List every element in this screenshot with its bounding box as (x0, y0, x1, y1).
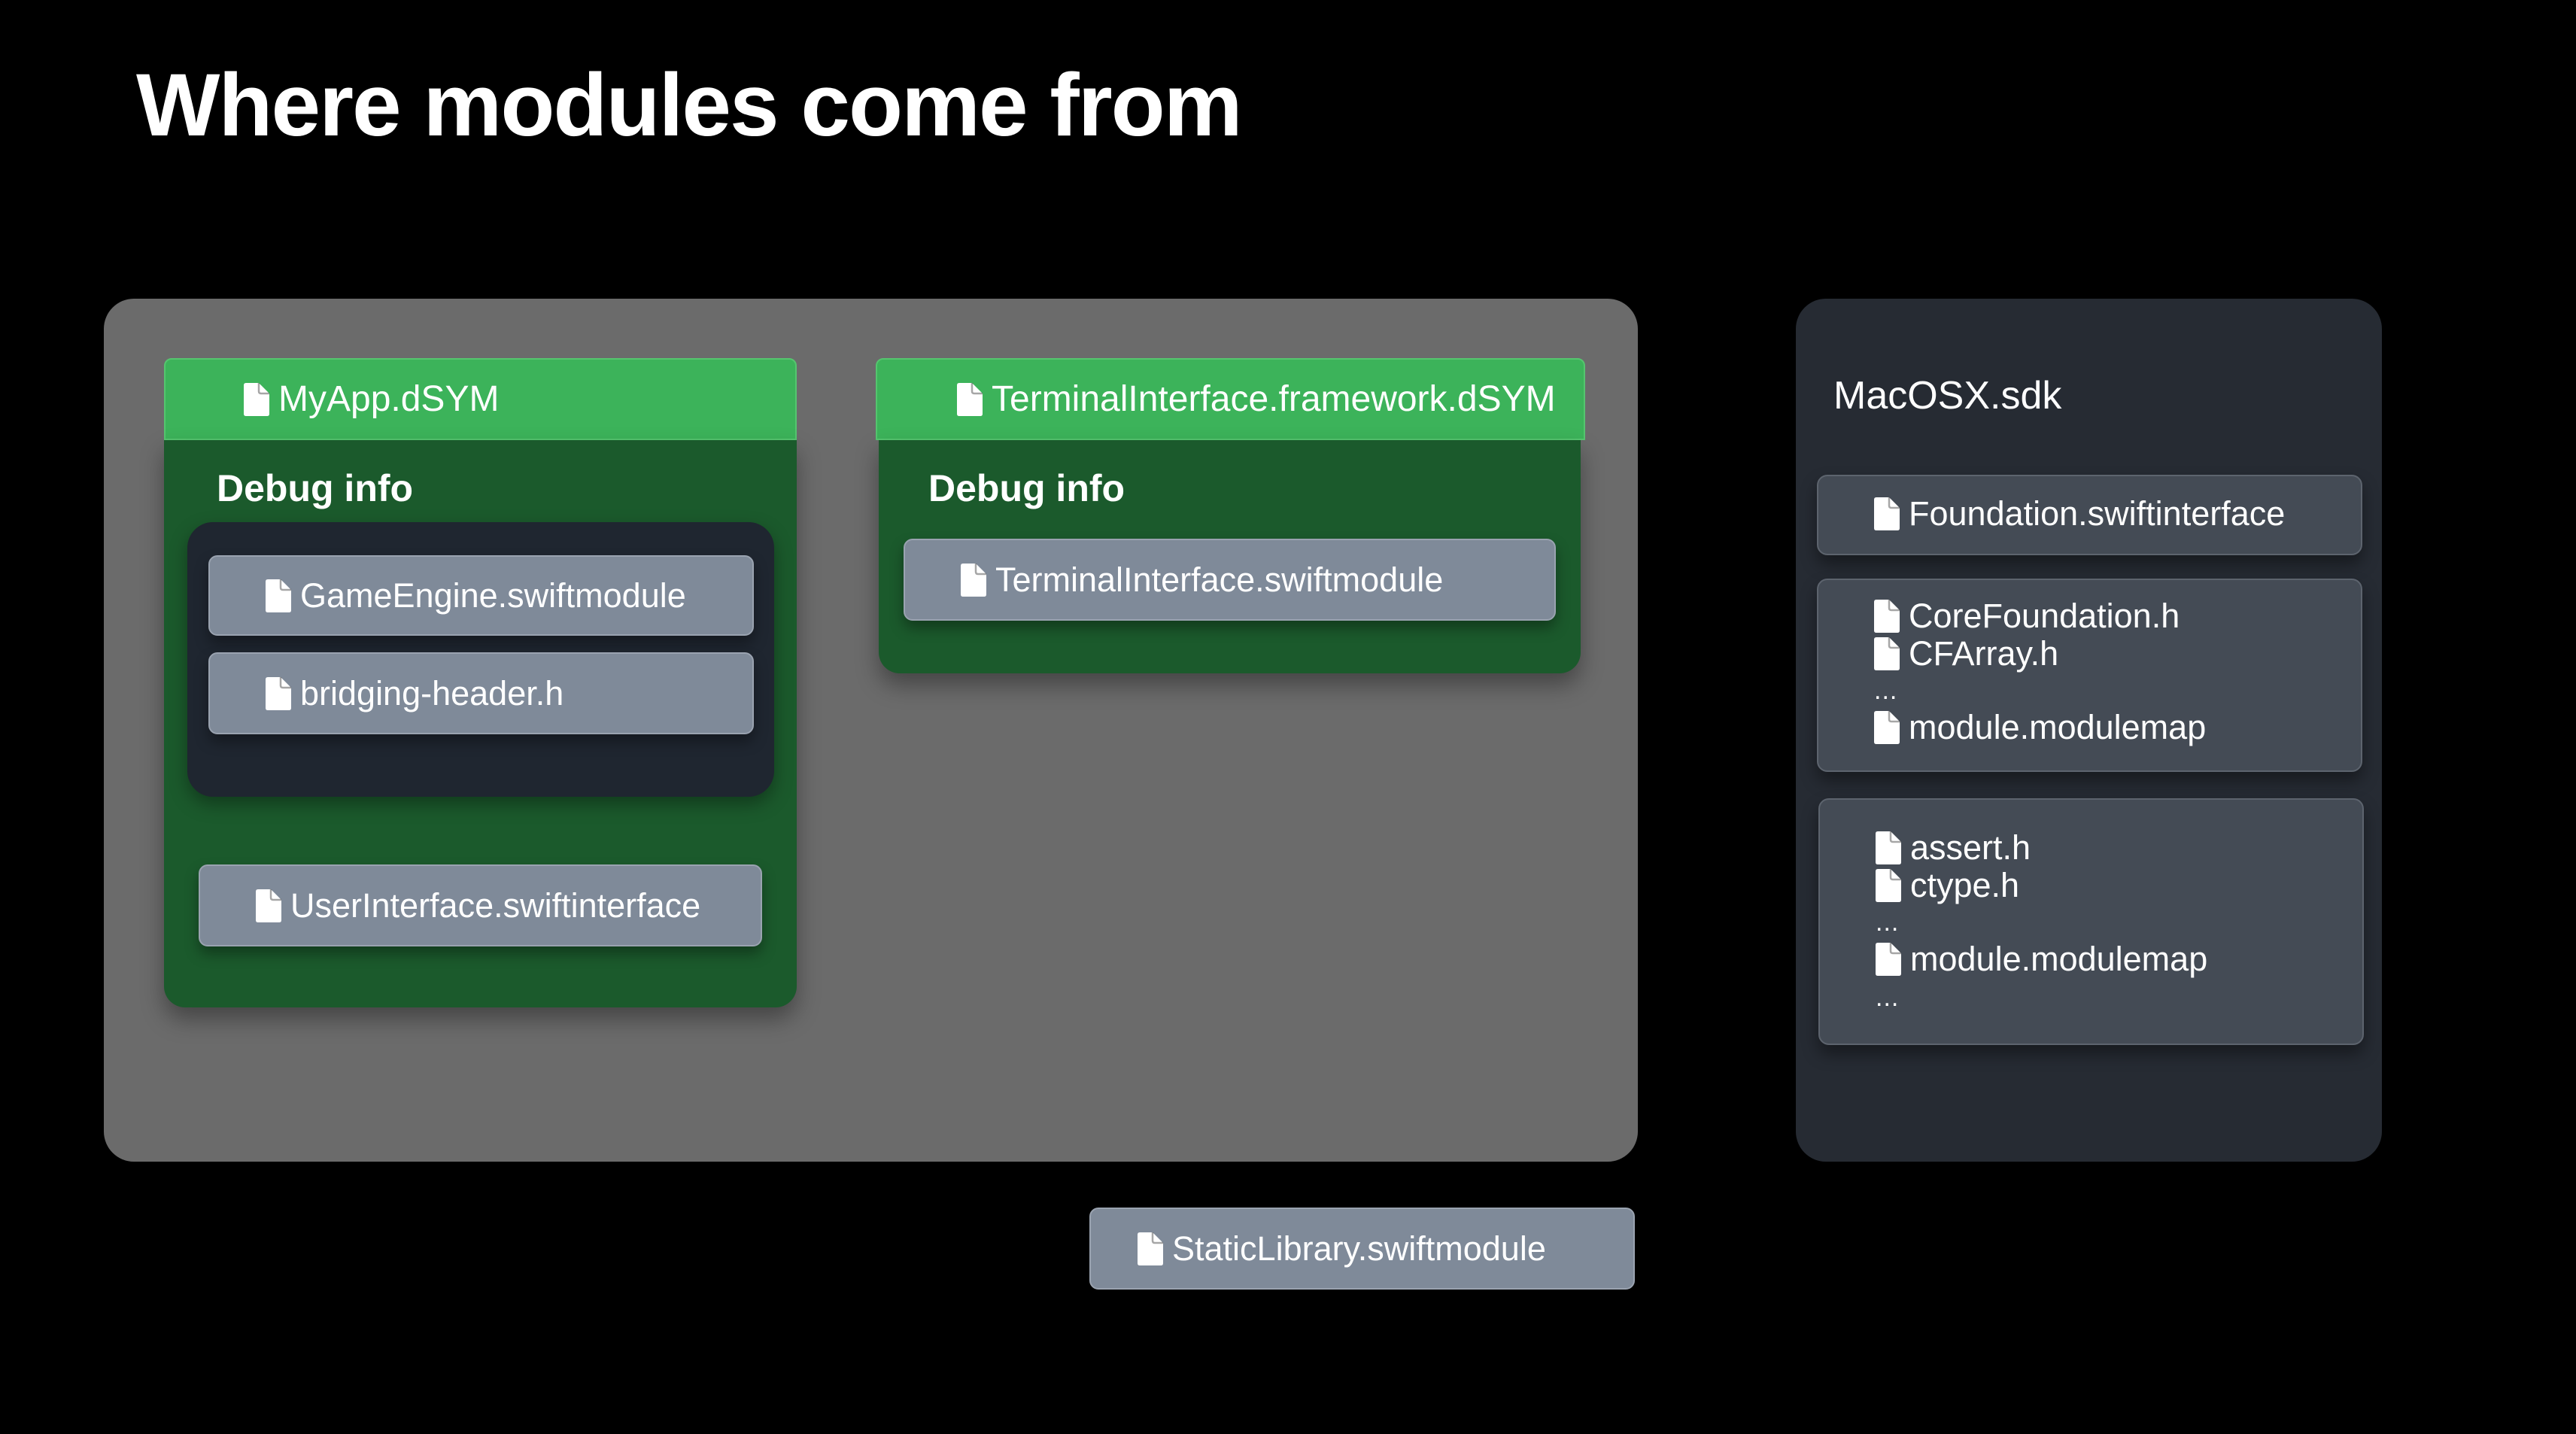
sdk-file-line: module.modulemap (1874, 708, 2206, 747)
sdk-file-line: CFArray.h (1874, 634, 2058, 673)
libc-group[interactable]: assert.h ctype.h ... module.modulemap ..… (1818, 798, 2364, 1045)
file-icon (1876, 869, 1901, 902)
foundation-swiftinterface-item[interactable]: Foundation.swiftinterface (1817, 475, 2362, 555)
file-icon (266, 677, 291, 710)
file-name: module.modulemap (1910, 940, 2208, 978)
file-icon (1874, 600, 1900, 633)
sdk-title: MacOSX.sdk (1833, 374, 2062, 418)
file-name: TerminalInterface.swiftmodule (995, 560, 1444, 599)
file-name: CoreFoundation.h (1909, 597, 2180, 635)
file-icon (244, 383, 269, 416)
file-icon (1876, 831, 1901, 864)
trailing-ellipsis: ... (1876, 983, 1900, 1012)
terminal-dsym-header[interactable]: TerminalInterface.framework.dSYM (876, 358, 1585, 440)
file-name: Foundation.swiftinterface (1909, 494, 2286, 533)
gameengine-swiftmodule-item[interactable]: GameEngine.swiftmodule (208, 555, 754, 636)
file-name: bridging-header.h (300, 673, 564, 712)
corefoundation-group[interactable]: CoreFoundation.h CFArray.h ... module.mo… (1817, 579, 2362, 772)
file-icon (1874, 711, 1900, 744)
file-icon (961, 564, 986, 597)
sdk-file-line: CoreFoundation.h (1874, 597, 2180, 636)
file-icon (1876, 943, 1901, 976)
terminal-debug-info-label: Debug info (928, 467, 1125, 509)
file-name: StaticLibrary.swiftmodule (1172, 1229, 1546, 1268)
staticlibrary-swiftmodule-item[interactable]: StaticLibrary.swiftmodule (1089, 1208, 1635, 1290)
file-name: UserInterface.swiftinterface (290, 886, 701, 925)
myapp-dsym-header[interactable]: MyApp.dSYM (164, 358, 797, 440)
terminalinterface-swiftmodule-item[interactable]: TerminalInterface.swiftmodule (904, 539, 1556, 621)
sdk-file-line: assert.h (1876, 828, 2031, 867)
file-name: CFArray.h (1909, 634, 2059, 673)
myapp-dsym-label: MyApp.dSYM (278, 379, 500, 419)
sdk-file-line: ctype.h (1876, 866, 2019, 905)
file-name: assert.h (1910, 828, 2031, 867)
file-icon (256, 889, 281, 922)
bridging-header-item[interactable]: bridging-header.h (208, 652, 754, 734)
file-icon (1874, 637, 1900, 670)
ellipsis: ... (1876, 908, 1900, 937)
sdk-file-line: module.modulemap (1876, 940, 2207, 979)
file-name: module.modulemap (1909, 708, 2207, 746)
myapp-debug-info-label: Debug info (217, 467, 414, 509)
file-icon (1138, 1232, 1163, 1265)
slide-title: Where modules come from (136, 56, 1243, 155)
file-icon (266, 579, 291, 612)
file-name: ctype.h (1910, 866, 2020, 904)
ellipsis: ... (1874, 676, 1898, 705)
sdk-file-line: Foundation.swiftinterface (1874, 494, 2285, 533)
terminal-dsym-label: TerminalInterface.framework.dSYM (992, 379, 1556, 419)
file-name: GameEngine.swiftmodule (300, 576, 686, 615)
file-icon (957, 383, 983, 416)
file-icon (1874, 497, 1900, 530)
userinterface-swiftinterface-item[interactable]: UserInterface.swiftinterface (199, 864, 762, 946)
